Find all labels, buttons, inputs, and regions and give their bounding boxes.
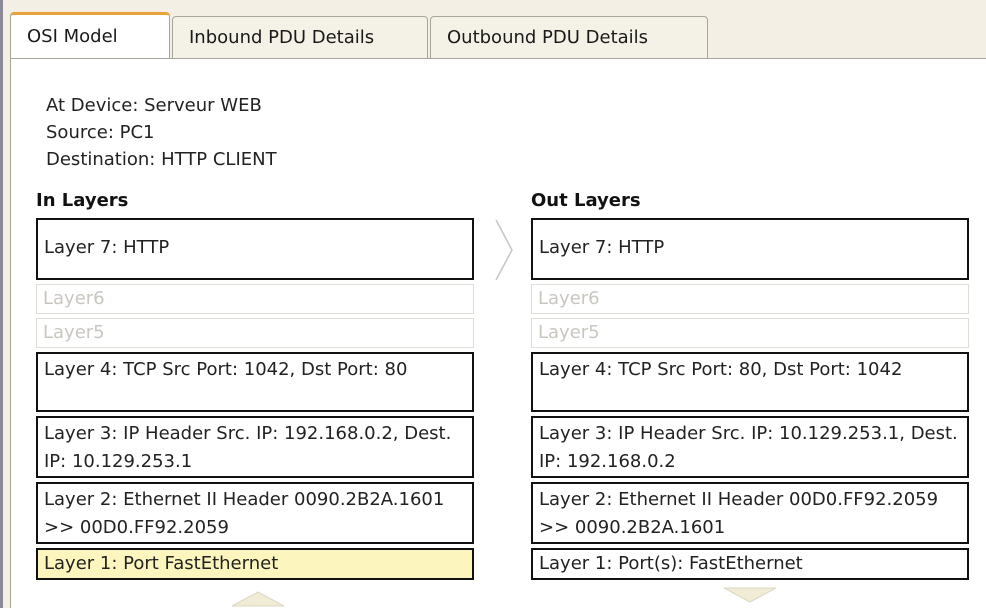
in-layer-6[interactable]: Layer6	[36, 284, 474, 314]
out-layer-6[interactable]: Layer6	[531, 284, 969, 314]
in-layer-7[interactable]: Layer 7: HTTP	[36, 218, 474, 280]
tab-bar: OSI Model Inbound PDU Details Outbound P…	[10, 12, 986, 58]
in-layer-3[interactable]: Layer 3: IP Header Src. IP: 192.168.0.2,…	[36, 416, 474, 478]
in-layer-1[interactable]: Layer 1: Port FastEthernet	[36, 548, 474, 580]
chevron-right-icon	[495, 219, 513, 281]
window-left-border	[0, 0, 3, 608]
tab-osi-model[interactable]: OSI Model	[10, 12, 170, 58]
source-label: Source: PC1	[46, 122, 155, 143]
out-layer-7[interactable]: Layer 7: HTTP	[531, 218, 969, 280]
out-layer-2[interactable]: Layer 2: Ethernet II Header 00D0.FF92.20…	[531, 482, 969, 544]
in-layer-2[interactable]: Layer 2: Ethernet II Header 0090.2B2A.16…	[36, 482, 474, 544]
tab-inbound-pdu-details[interactable]: Inbound PDU Details	[172, 16, 428, 58]
tab-outbound-pdu-details[interactable]: Outbound PDU Details	[430, 16, 708, 58]
in-layers-heading: In Layers	[36, 190, 129, 211]
destination-label: Destination: HTTP CLIENT	[46, 149, 277, 170]
out-layer-3[interactable]: Layer 3: IP Header Src. IP: 10.129.253.1…	[531, 416, 969, 478]
pdu-info: At Device: Serveur WEB Source: PC1 Desti…	[46, 92, 277, 173]
chevron-down-icon[interactable]	[720, 586, 780, 606]
in-layer-4[interactable]: Layer 4: TCP Src Port: 1042, Dst Port: 8…	[36, 352, 474, 412]
out-layer-5[interactable]: Layer5	[531, 318, 969, 348]
out-layers-heading: Out Layers	[531, 190, 641, 211]
at-device-label: At Device: Serveur WEB	[46, 95, 262, 116]
chevron-up-icon[interactable]	[228, 588, 288, 608]
out-layer-1[interactable]: Layer 1: Port(s): FastEthernet	[531, 548, 969, 580]
in-layer-5[interactable]: Layer5	[36, 318, 474, 348]
out-layer-4[interactable]: Layer 4: TCP Src Port: 80, Dst Port: 104…	[531, 352, 969, 412]
